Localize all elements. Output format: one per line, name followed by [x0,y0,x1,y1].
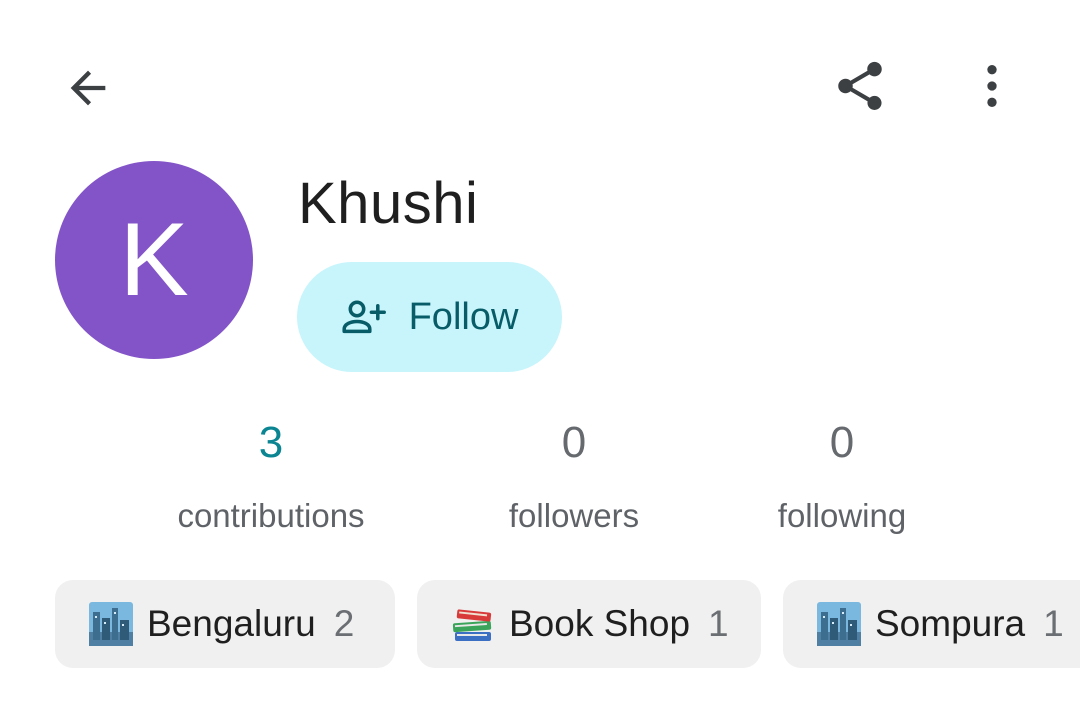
followers-label: followers [508,497,640,534]
more-options-button[interactable] [962,52,1022,120]
profile-name: Khushi [298,171,479,236]
cityscape-icon [817,602,861,646]
following-label: following [777,497,907,534]
avatar-letter: K [119,201,189,318]
chip-sompura[interactable]: Sompura 1 [783,580,1080,668]
contributions-count: 3 [258,418,284,467]
chip-count: 1 [1043,603,1064,644]
chip-label: Bengaluru [147,603,316,644]
topic-chips: Bengaluru 2 Book Shop 1 Sompura 1 [0,580,1080,670]
chip-count: 2 [333,603,355,644]
cityscape-icon [89,602,133,646]
followers-count: 0 [561,418,587,467]
follow-button[interactable]: Follow [297,262,562,372]
chip-book-shop[interactable]: Book Shop 1 [417,580,761,668]
books-icon [451,602,495,646]
follow-label: Follow [408,295,519,338]
arrow-back-icon [70,70,106,106]
person-add-icon [341,297,389,337]
chip-label: Book Shop [509,603,691,644]
share-button[interactable] [826,52,894,120]
following-count: 0 [829,418,855,467]
avatar[interactable]: K [55,161,253,359]
chip-bengaluru[interactable]: Bengaluru 2 [55,580,395,668]
back-button[interactable] [56,56,120,120]
share-icon [838,61,882,110]
stat-contributions[interactable]: 3 contributions [141,415,401,535]
stat-following[interactable]: 0 following [712,415,972,535]
stat-followers[interactable]: 0 followers [444,415,704,535]
top-app-bar [0,0,1080,170]
contributions-label: contributions [177,497,365,534]
chip-count: 1 [708,603,729,644]
chip-label: Sompura [875,603,1026,644]
more-vert-icon [987,65,997,107]
